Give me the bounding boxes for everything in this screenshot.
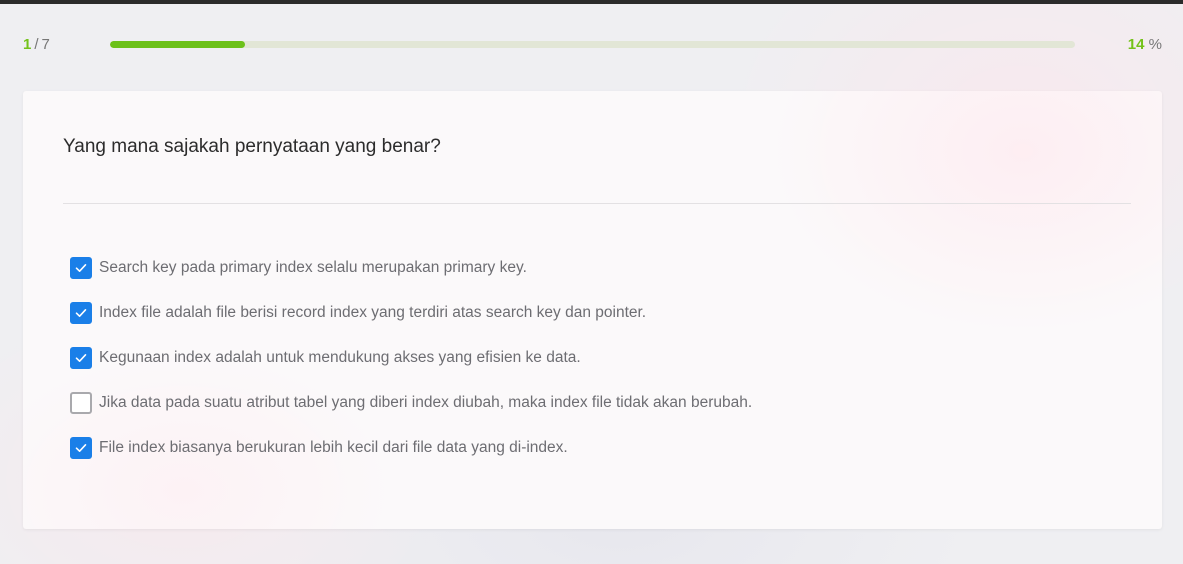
check-icon [75,443,87,452]
answer-option-label: File index biasanya berukuran lebih keci… [99,438,568,456]
answer-option-1[interactable]: Search key pada primary index selalu mer… [70,245,752,290]
answer-option-label: Search key pada primary index selalu mer… [99,258,527,276]
question-divider [63,203,1131,204]
progress-bar-track [110,41,1075,48]
answer-option-label: Jika data pada suatu atribut tabel yang … [99,393,753,411]
answer-option-label: Kegunaan index adalah untuk mendukung ak… [99,348,581,366]
answer-option-5[interactable]: File index biasanya berukuran lebih keci… [70,425,752,470]
checkbox-checked-icon[interactable] [70,436,92,459]
progress-bar-fill [110,41,246,48]
current-step: 1 [23,36,32,53]
answer-option-2[interactable]: Index file adalah file berisi record ind… [70,290,752,335]
answer-options-list: Search key pada primary index selalu mer… [70,245,752,470]
checkbox-checked-icon[interactable] [70,256,92,279]
question-card: Yang mana sajakah pernyataan yang benar?… [23,91,1162,529]
step-separator: / [34,36,39,53]
checkbox-checked-icon[interactable] [70,301,92,324]
step-counter: 1/7 [23,36,50,54]
progress-percent-symbol: % [1148,36,1162,53]
checkbox-checked-icon[interactable] [70,346,92,369]
quiz-progress-header: 1/7 14 % [0,4,1183,84]
answer-option-4[interactable]: Jika data pada suatu atribut tabel yang … [70,380,752,425]
total-steps: 7 [41,36,50,53]
check-icon [75,263,87,272]
answer-option-3[interactable]: Kegunaan index adalah untuk mendukung ak… [70,335,752,380]
checkbox-unchecked-icon[interactable] [70,391,92,414]
answer-option-label: Index file adalah file berisi record ind… [99,303,647,321]
progress-percent: 14 % [1128,36,1162,54]
check-icon [75,353,87,362]
question-text: Yang mana sajakah pernyataan yang benar? [63,136,441,157]
check-icon [75,308,87,317]
progress-percent-value: 14 [1127,36,1145,53]
